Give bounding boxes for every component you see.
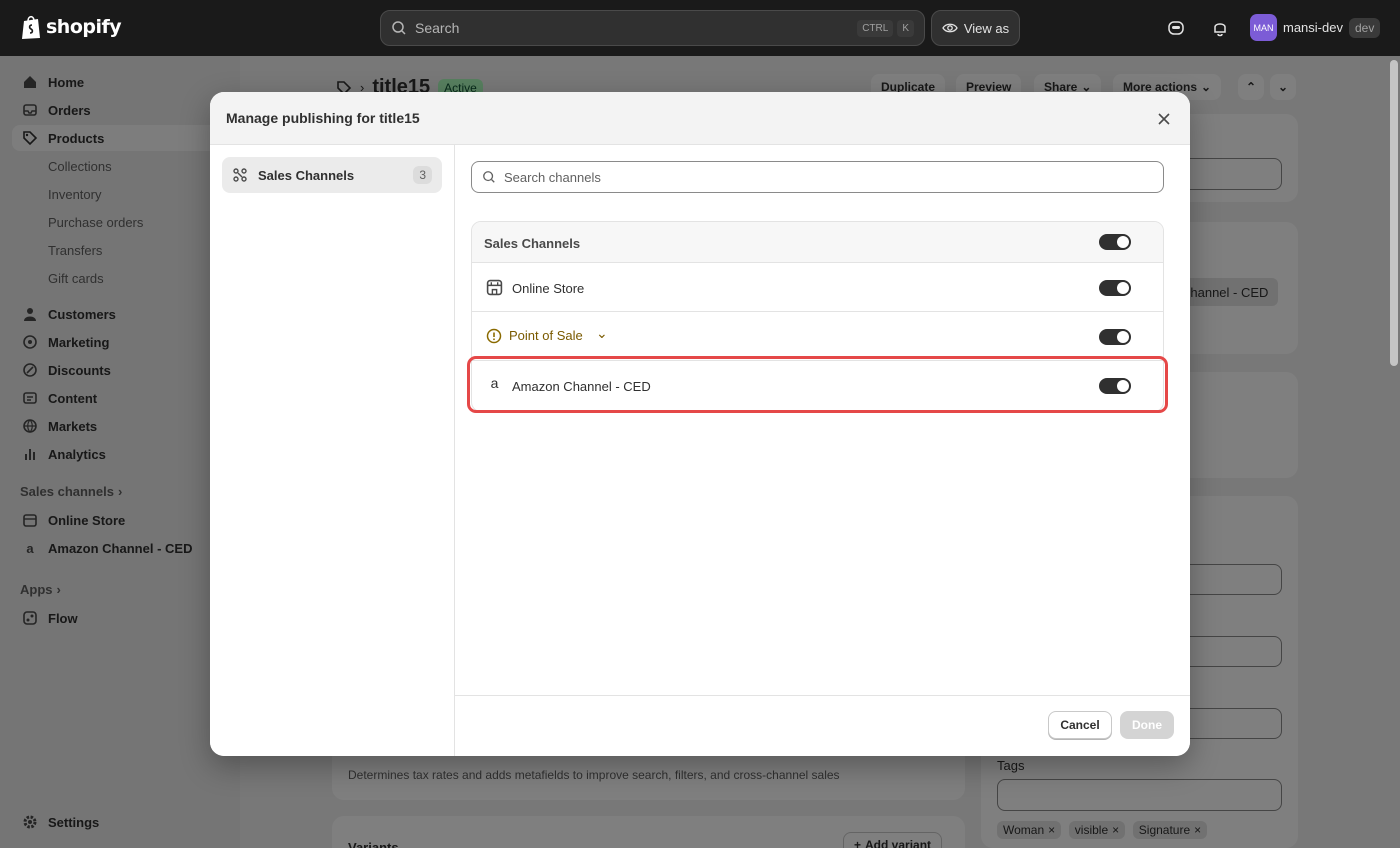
channel-list-header: Sales Channels bbox=[472, 222, 1163, 263]
close-icon[interactable] bbox=[1154, 109, 1174, 129]
kbd-k: K bbox=[897, 19, 914, 37]
manage-publishing-modal: Manage publishing for title15 Sales Chan… bbox=[210, 92, 1190, 756]
bell-icon[interactable] bbox=[1210, 18, 1230, 38]
modal-title: Manage publishing for title15 bbox=[226, 110, 420, 126]
shopify-logo[interactable]: shopify bbox=[20, 14, 122, 40]
global-search[interactable]: Search CTRL K bbox=[380, 10, 925, 46]
online-store-toggle[interactable] bbox=[1099, 280, 1131, 296]
point-of-sale-toggle[interactable] bbox=[1099, 329, 1131, 345]
eye-icon bbox=[942, 23, 958, 33]
channel-row-amazon: a Amazon Channel - CED bbox=[472, 361, 1163, 410]
channel-count-badge: 3 bbox=[413, 166, 432, 184]
view-as-button[interactable]: View as bbox=[931, 10, 1020, 46]
cancel-button[interactable]: Cancel bbox=[1048, 711, 1112, 739]
avatar: MAN bbox=[1250, 14, 1277, 41]
amazon-channel-toggle[interactable] bbox=[1099, 378, 1131, 394]
nav-item-sales-channels[interactable]: Sales Channels 3 bbox=[222, 157, 442, 193]
channel-list: Sales Channels Online Store Point of Sal… bbox=[471, 221, 1164, 412]
channel-search[interactable] bbox=[471, 161, 1164, 193]
store-icon bbox=[486, 279, 503, 296]
top-bar: shopify Search CTRL K View as MAN mansi-… bbox=[0, 0, 1400, 56]
channels-icon bbox=[233, 168, 247, 182]
view-as-label: View as bbox=[963, 20, 1010, 36]
user-name: mansi-dev bbox=[1283, 20, 1343, 35]
search-placeholder: Search bbox=[415, 20, 460, 36]
chevron-down-icon[interactable]: ⌄ bbox=[596, 325, 608, 342]
brand-wordmark: shopify bbox=[46, 16, 122, 38]
channel-row-online-store: Online Store bbox=[472, 263, 1163, 312]
section-label: Sales Channels bbox=[484, 236, 581, 251]
channel-row-point-of-sale: Point of Sale ⌄ bbox=[472, 312, 1163, 361]
user-menu[interactable]: MAN mansi-dev dev bbox=[1250, 14, 1381, 41]
modal-footer: Cancel Done bbox=[455, 695, 1190, 756]
channel-label[interactable]: Point of Sale bbox=[509, 328, 583, 343]
modal-header: Manage publishing for title15 bbox=[210, 92, 1190, 145]
channel-label: Amazon Channel - CED bbox=[512, 379, 651, 394]
modal-nav: Sales Channels 3 bbox=[210, 145, 455, 756]
shopify-bag-icon bbox=[22, 15, 40, 39]
search-icon bbox=[392, 21, 406, 35]
channel-label: Online Store bbox=[512, 281, 585, 296]
done-button[interactable]: Done bbox=[1120, 711, 1174, 739]
search-icon bbox=[483, 171, 495, 183]
kbd-ctrl: CTRL bbox=[857, 19, 894, 37]
channel-search-input[interactable] bbox=[504, 169, 1144, 185]
store-tag: dev bbox=[1348, 17, 1381, 38]
amazon-icon: a bbox=[490, 375, 499, 391]
page-scrollbar[interactable] bbox=[1390, 60, 1398, 366]
warning-icon bbox=[486, 328, 502, 344]
nav-item-label: Sales Channels bbox=[258, 167, 355, 183]
sidekick-icon[interactable] bbox=[1166, 18, 1186, 38]
all-channels-toggle[interactable] bbox=[1099, 234, 1131, 250]
